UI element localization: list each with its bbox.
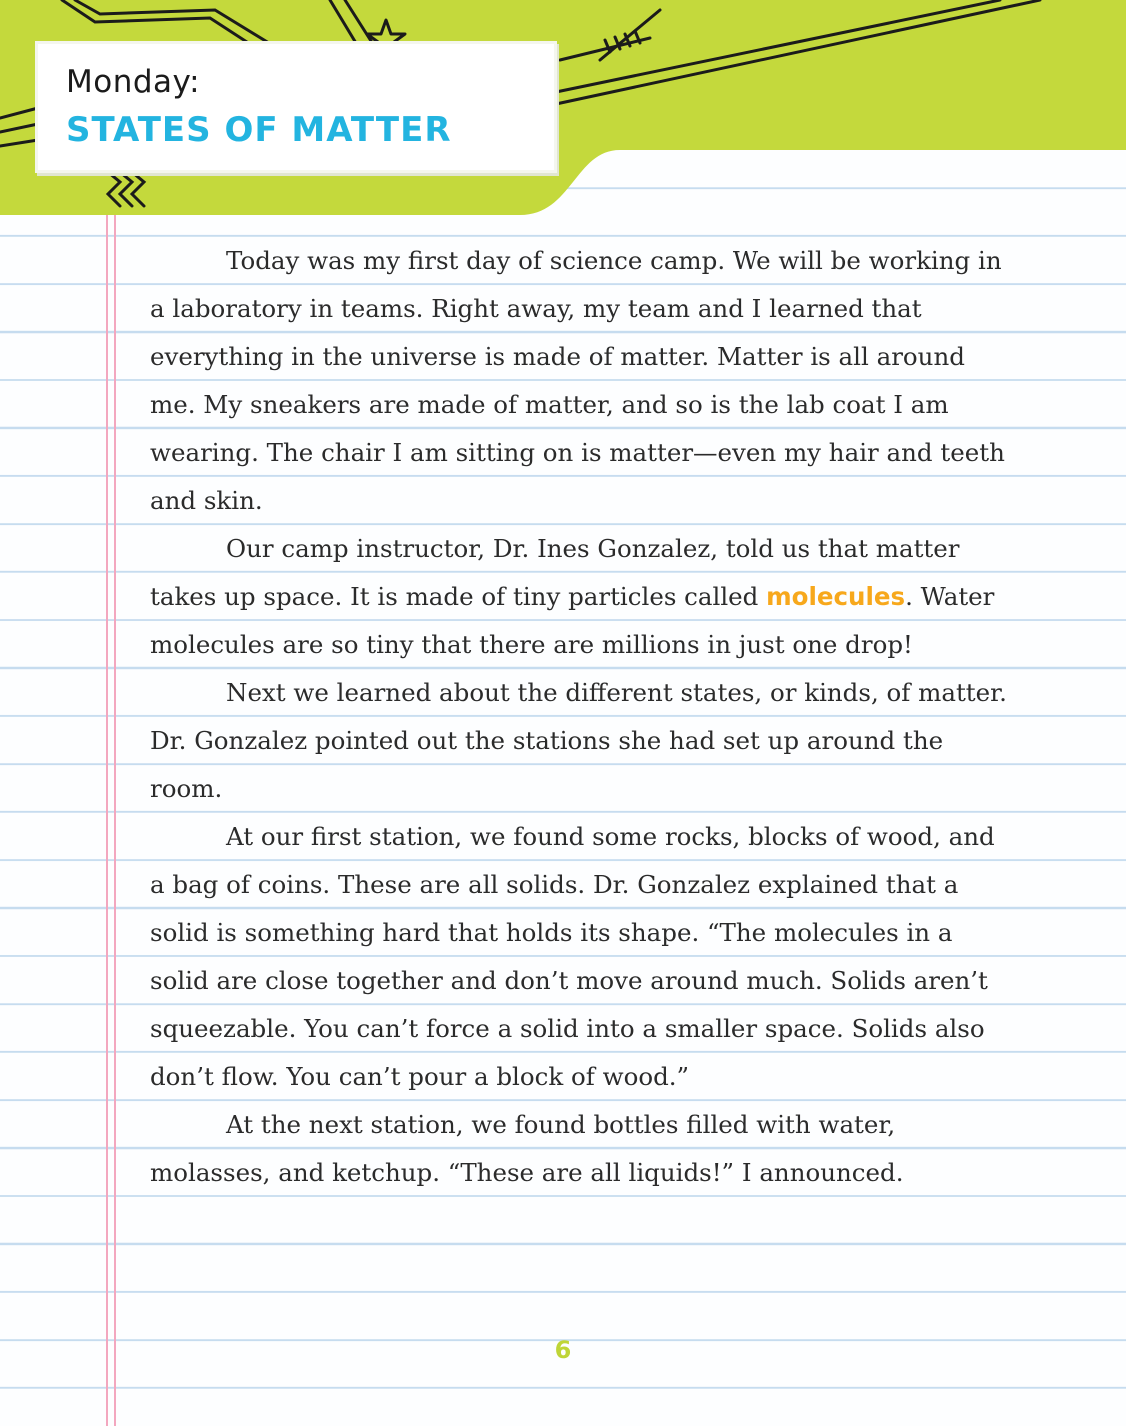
margin-line [114, 210, 116, 1426]
paragraph: Next we learned about the different stat… [150, 678, 1007, 803]
day-label: Monday: [66, 64, 201, 100]
body-text: Today was my first day of science camp. … [150, 237, 1010, 1197]
margin-line [106, 210, 108, 1426]
paragraph: Our camp instructor, Dr. Ines Gonzalez, … [150, 525, 1010, 669]
paragraph: At the next station, we found bottles fi… [150, 1110, 904, 1187]
title-box [38, 44, 554, 170]
chapter-title: STATES OF MATTER [66, 110, 452, 150]
vocabulary-term: molecules [766, 582, 906, 611]
paragraph: Today was my first day of science camp. … [150, 246, 1005, 515]
paragraph: At our first station, we found some rock… [150, 822, 995, 1091]
page-number: 6 [554, 1336, 572, 1364]
